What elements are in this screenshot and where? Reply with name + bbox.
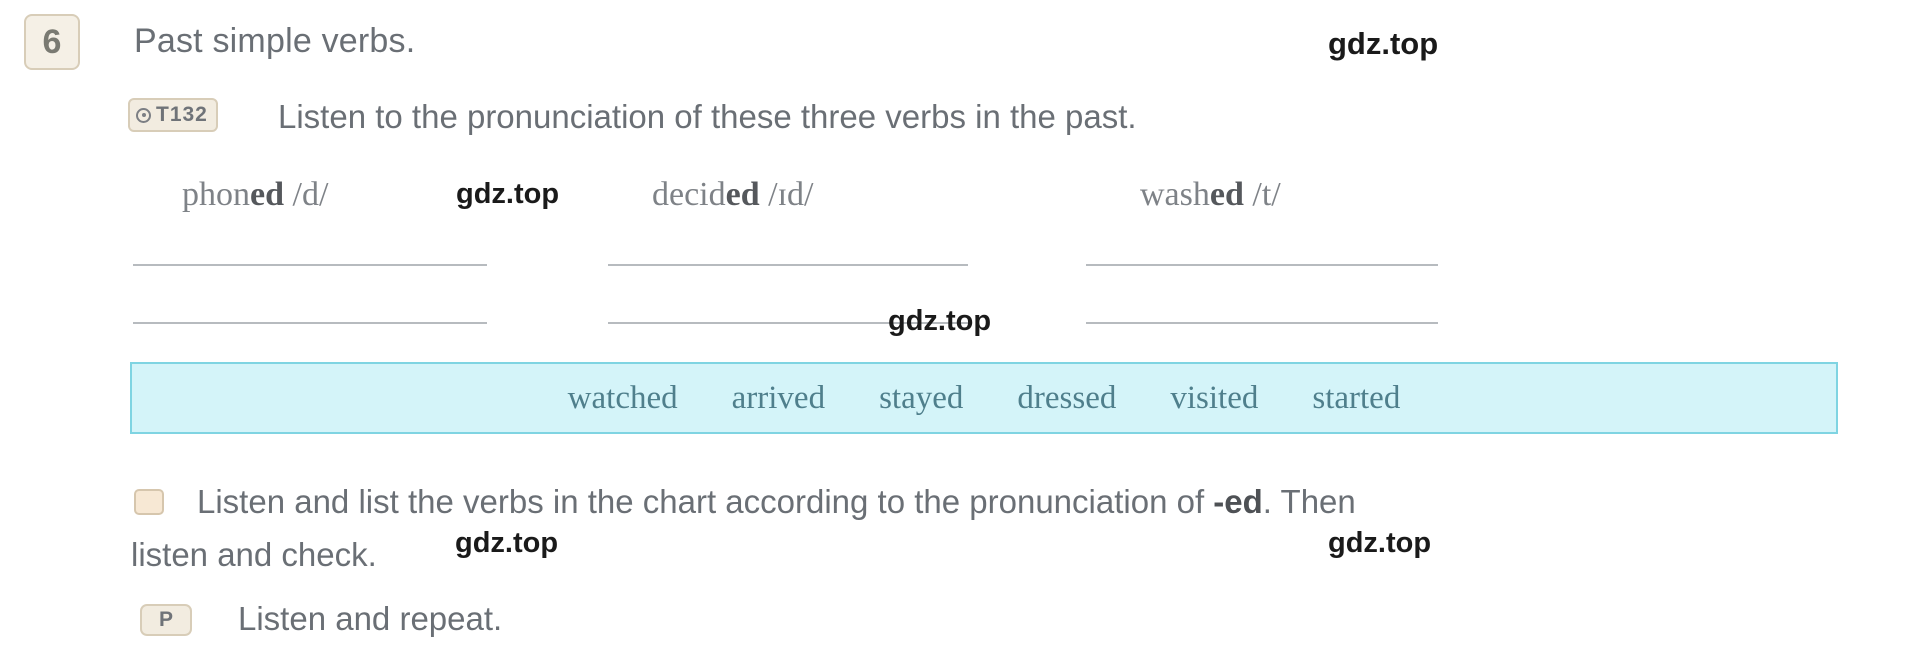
word-bank-item[interactable]: visited bbox=[1143, 380, 1285, 417]
verb-ipa-3: /t/ bbox=[1252, 176, 1281, 213]
word-bank: watched arrived stayed dressed visited s… bbox=[130, 362, 1838, 434]
verb-ipa-1: /d/ bbox=[292, 176, 329, 213]
word-bank-item[interactable]: dressed bbox=[990, 380, 1143, 417]
verb-stem-2: decid bbox=[652, 176, 726, 213]
verb-ipa-2: /ɪd/ bbox=[768, 176, 814, 213]
word-bank-item[interactable]: watched bbox=[541, 380, 705, 417]
audio-disc-icon bbox=[136, 107, 151, 123]
instruction-chart-task-part2: . Then bbox=[1262, 483, 1356, 520]
answer-line-col3-row2[interactable] bbox=[1086, 322, 1438, 324]
watermark: gdz.top bbox=[455, 527, 559, 559]
verb-example-1: phoned /d/ bbox=[182, 176, 328, 214]
exercise-number-badge: 6 bbox=[24, 14, 80, 70]
answer-line-col3-row1[interactable] bbox=[1086, 264, 1438, 266]
verb-examples-row: phoned /d/ decided /ɪd/ washed /t/ bbox=[0, 176, 1922, 222]
watermark: gdz.top bbox=[1328, 26, 1439, 61]
word-bank-item[interactable]: arrived bbox=[705, 380, 852, 417]
worksheet-page: 6 Past simple verbs. T132 Listen to the … bbox=[0, 0, 1922, 656]
verb-stem-3: wash bbox=[1140, 176, 1210, 213]
instruction-chart-task: Listen and list the verbs in the chart a… bbox=[131, 480, 1917, 573]
verb-ending-1: ed bbox=[250, 176, 284, 213]
audio-track-tag[interactable]: T132 bbox=[128, 98, 218, 132]
pronunciation-tag[interactable]: P bbox=[140, 604, 192, 636]
page-title: Past simple verbs. bbox=[134, 22, 416, 60]
task-checkbox-icon[interactable] bbox=[134, 489, 164, 515]
word-bank-item[interactable]: stayed bbox=[852, 380, 990, 417]
answer-line-col1-row1[interactable] bbox=[133, 264, 487, 266]
instruction-chart-task-bold: -ed bbox=[1213, 483, 1263, 520]
watermark: gdz.top bbox=[888, 305, 992, 337]
word-bank-item[interactable]: started bbox=[1285, 380, 1427, 417]
watermark: gdz.top bbox=[1328, 527, 1432, 559]
instruction-listen-repeat: Listen and repeat. bbox=[238, 600, 503, 637]
verb-example-2: decided /ɪd/ bbox=[652, 176, 813, 214]
watermark: gdz.top bbox=[456, 178, 560, 210]
instruction-listen-pronunciation: Listen to the pronunciation of these thr… bbox=[278, 98, 1137, 135]
instruction-chart-task-part1: Listen and list the verbs in the chart a… bbox=[197, 483, 1205, 520]
answer-line-col2-row1[interactable] bbox=[608, 264, 968, 266]
verb-example-3: washed /t/ bbox=[1140, 176, 1281, 214]
verb-stem-1: phon bbox=[182, 176, 250, 213]
verb-ending-3: ed bbox=[1209, 176, 1244, 213]
verb-ending-2: ed bbox=[725, 176, 760, 213]
audio-track-label: T132 bbox=[156, 103, 208, 126]
instruction-chart-task-line2: listen and check. bbox=[131, 536, 377, 573]
answer-line-col1-row2[interactable] bbox=[133, 322, 487, 324]
